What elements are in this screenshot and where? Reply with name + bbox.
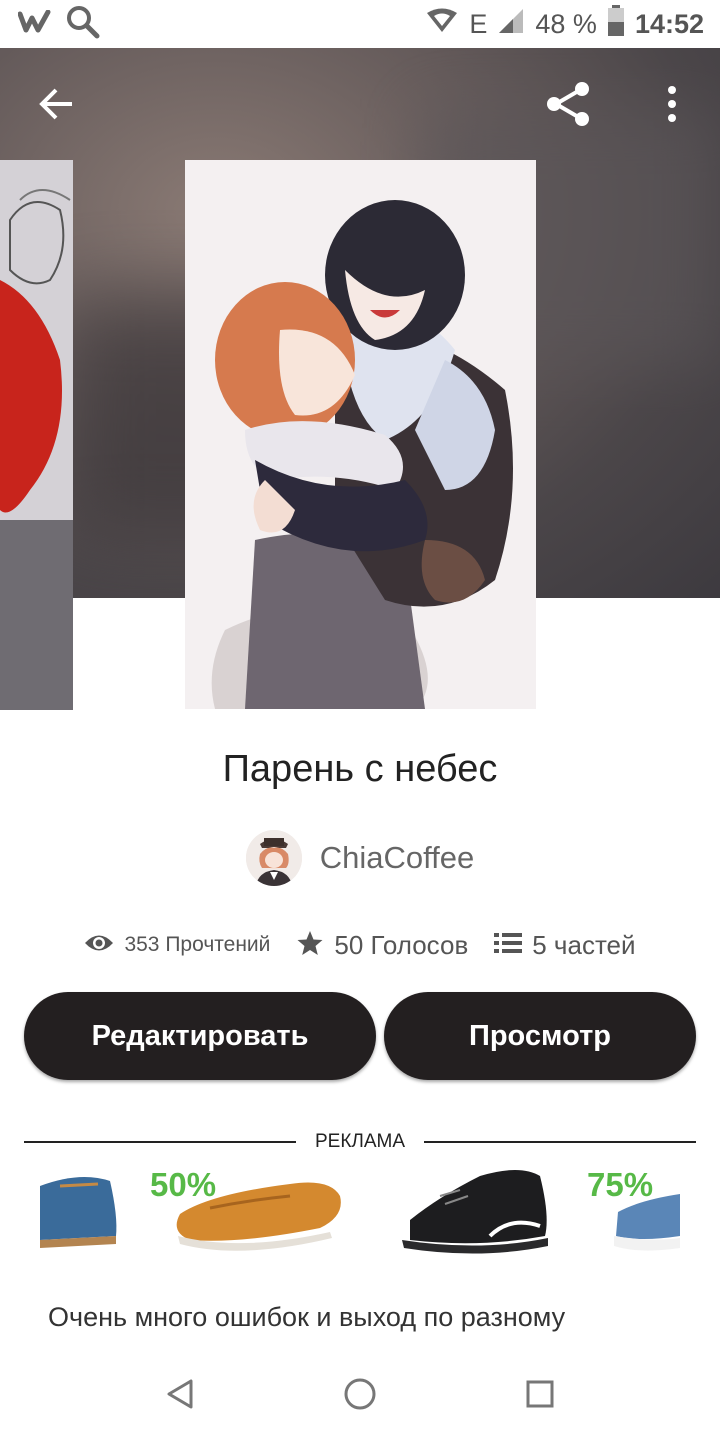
previous-story-cover[interactable] xyxy=(0,160,73,710)
wifi-icon xyxy=(425,8,459,41)
more-options-button[interactable] xyxy=(650,78,694,134)
story-title: Парень с небес xyxy=(222,748,498,790)
circle-home-icon xyxy=(343,1377,377,1416)
more-vertical-icon xyxy=(666,84,678,129)
signal-icon xyxy=(497,7,525,42)
votes-stat: 50 Голосов xyxy=(296,929,468,962)
author-row[interactable]: ChiaCoffee xyxy=(0,826,720,890)
votes-count: 50 Голосов xyxy=(334,929,469,960)
battery-icon xyxy=(607,4,625,44)
clock: 14:52 xyxy=(634,8,704,39)
search-icon xyxy=(66,5,100,44)
black-sneaker-image xyxy=(402,1170,548,1254)
nav-home-button[interactable] xyxy=(332,1368,388,1424)
view-button[interactable]: Просмотр xyxy=(384,992,696,1080)
nav-recents-button[interactable] xyxy=(512,1368,568,1424)
parts-count: 5 частей xyxy=(532,929,636,960)
system-nav-bar xyxy=(0,1350,720,1440)
list-icon xyxy=(494,931,523,960)
back-button[interactable] xyxy=(30,80,82,132)
nav-back-button[interactable] xyxy=(152,1368,208,1424)
wattpad-logo-icon xyxy=(17,9,52,39)
reads-stat: 353 Прочтений xyxy=(84,932,270,959)
share-icon xyxy=(542,78,594,135)
edit-button[interactable]: Редактировать xyxy=(24,992,376,1080)
star-icon xyxy=(296,929,324,962)
discount-badge: 75% xyxy=(587,1166,654,1203)
blue-shoe-image xyxy=(40,1177,117,1248)
status-bar: E 48 % 14:52 xyxy=(0,0,720,48)
story-stats: 353 Прочтений 50 Голосов 5 частей xyxy=(0,920,720,970)
story-cover-image[interactable] xyxy=(185,160,536,709)
discount-badge: 50% xyxy=(150,1166,217,1203)
story-description: Очень много ошибок и выход по разному xyxy=(48,1302,566,1332)
square-recents-icon xyxy=(525,1379,555,1414)
ad-divider: РЕКЛАМА xyxy=(24,1126,696,1156)
battery-text: 48 % xyxy=(535,8,597,39)
share-button[interactable] xyxy=(538,76,598,136)
author-name[interactable]: ChiaCoffee xyxy=(320,840,475,876)
triangle-back-icon xyxy=(165,1378,195,1415)
network-type: E xyxy=(469,8,488,39)
avatar[interactable] xyxy=(245,830,302,886)
eye-icon xyxy=(84,932,114,959)
back-arrow-icon xyxy=(36,84,76,129)
reads-count: 353 Прочтений xyxy=(124,933,271,956)
parts-stat: 5 частей xyxy=(494,929,636,961)
ad-banner[interactable]: 50% 75% xyxy=(40,1156,680,1256)
